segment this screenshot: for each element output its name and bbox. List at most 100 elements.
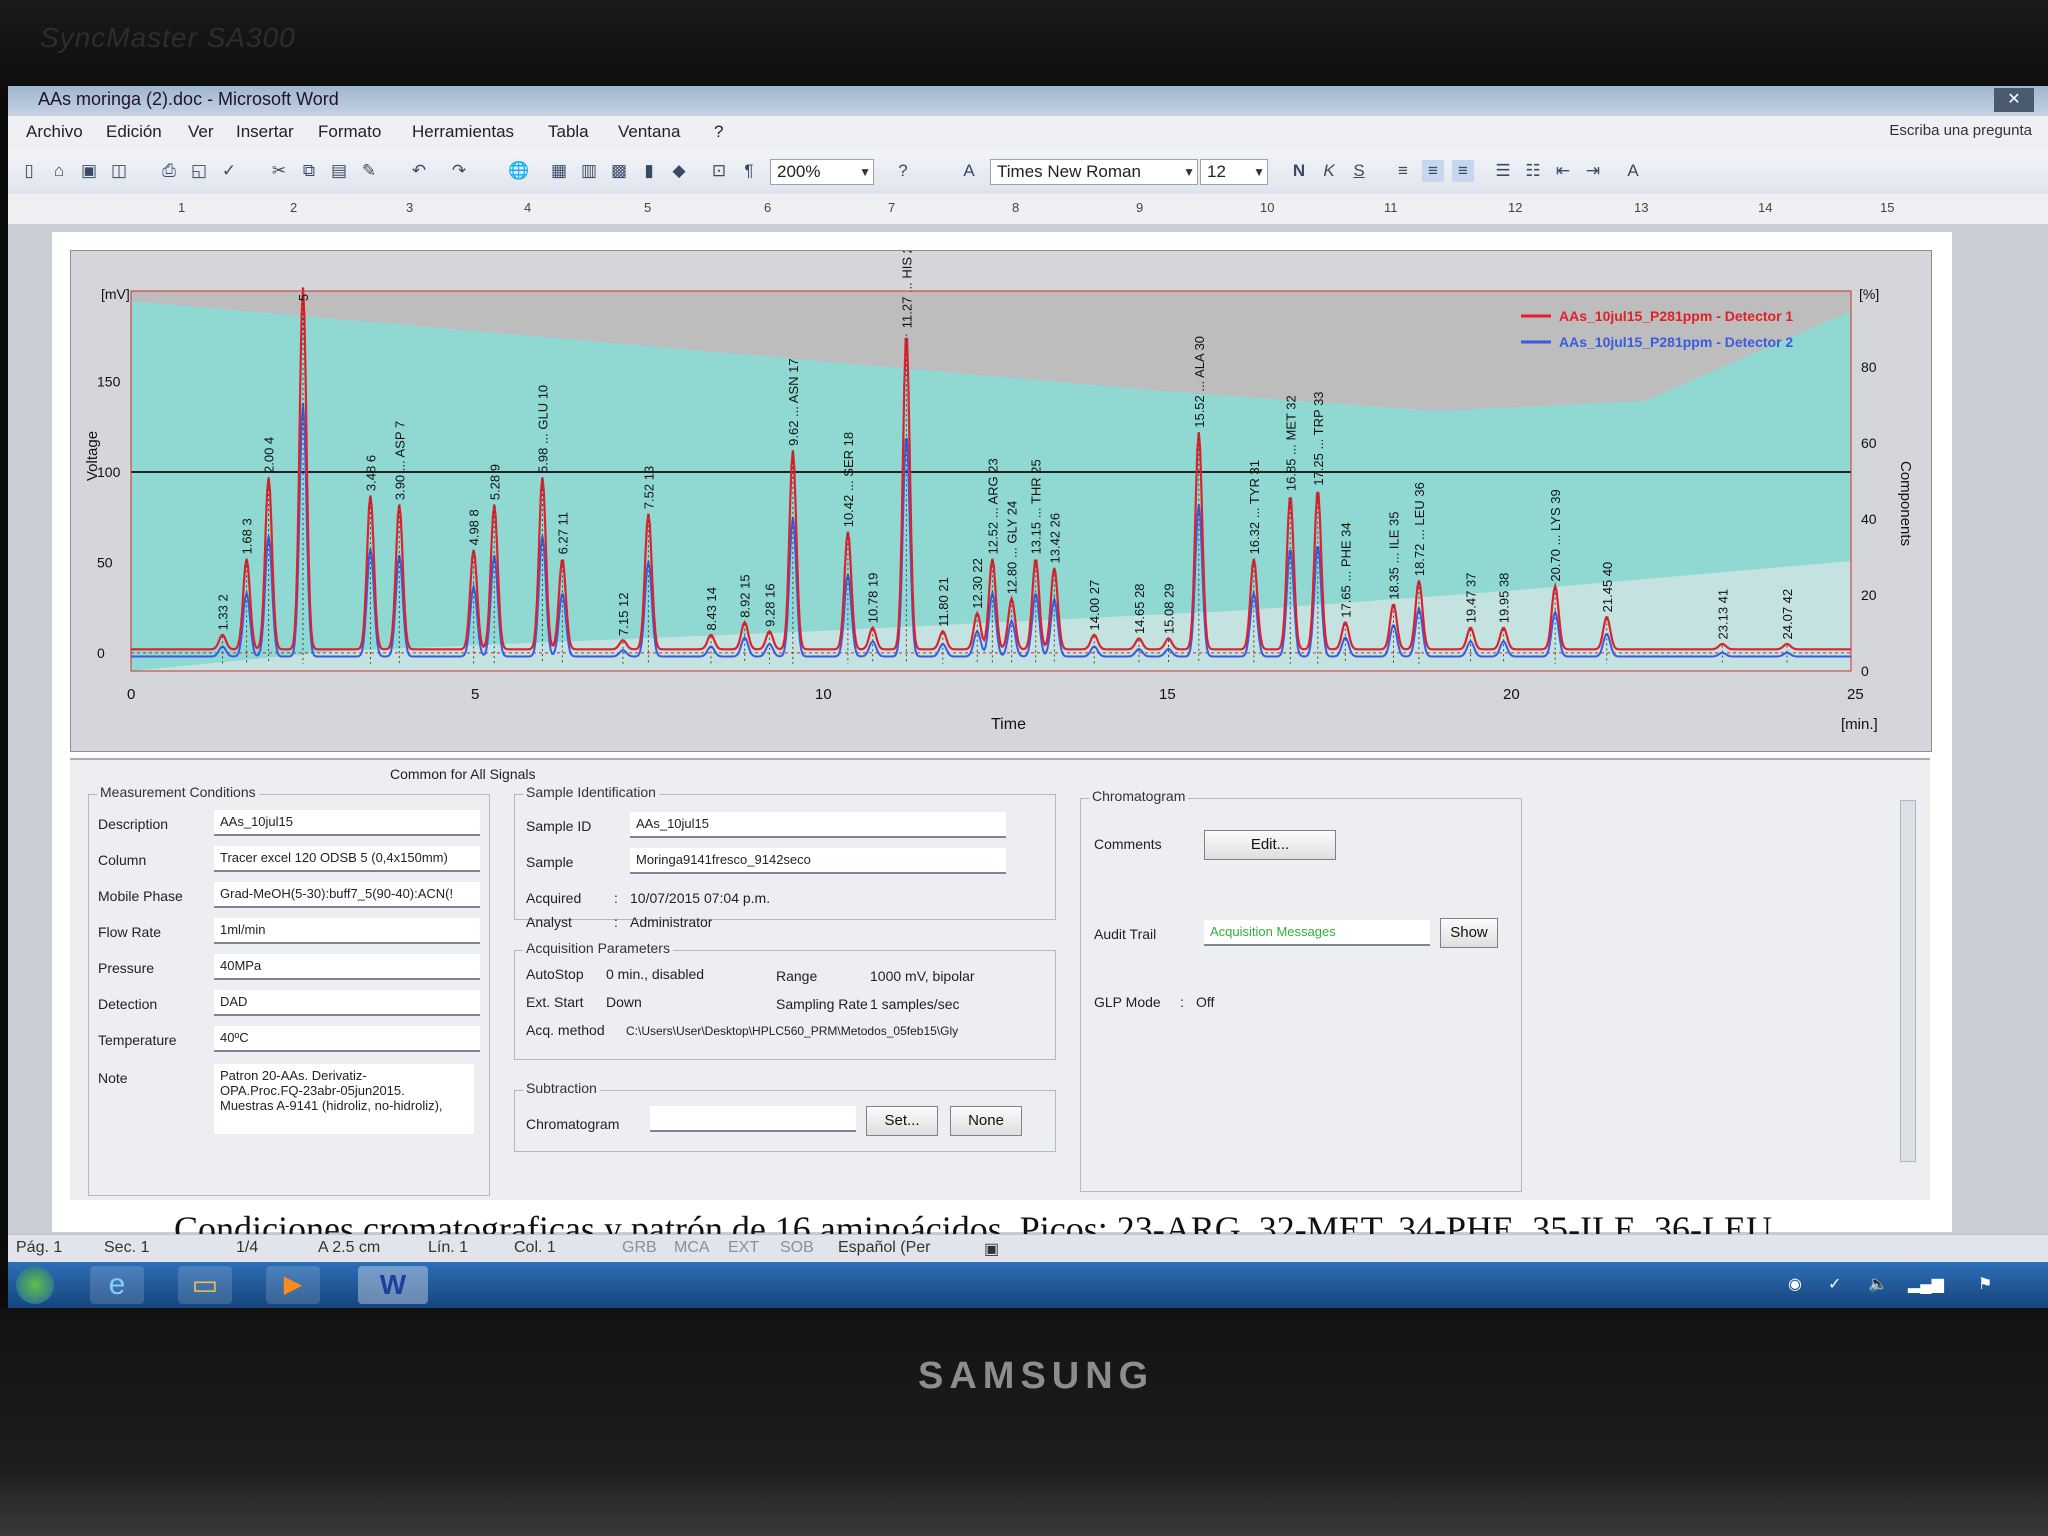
tables-icon[interactable]: ▦ bbox=[548, 160, 570, 182]
menu-edicion[interactable]: Edición bbox=[106, 122, 162, 142]
menu-herramientas[interactable]: Herramientas bbox=[412, 122, 514, 142]
status-sob[interactable]: SOB bbox=[780, 1239, 814, 1257]
acquisition-title: Acquisition Parameters bbox=[523, 940, 673, 956]
chromatogram-title: Chromatogram bbox=[1089, 788, 1189, 804]
spelling-status-icon[interactable]: ▣ bbox=[984, 1239, 999, 1259]
align-center-icon[interactable]: ≡ bbox=[1422, 160, 1444, 182]
internet-explorer-icon[interactable]: e bbox=[90, 1266, 144, 1304]
tray-security-icon[interactable]: ✓ bbox=[1828, 1274, 1841, 1294]
tray-signal-icon[interactable]: ▂▄▆ bbox=[1908, 1274, 1944, 1294]
word-icon[interactable]: W bbox=[358, 1266, 428, 1304]
column-field[interactable]: Tracer excel 120 ODSB 5 (0,4x150mm) bbox=[214, 846, 480, 872]
status-ext[interactable]: EXT bbox=[728, 1239, 759, 1257]
folder-icon[interactable]: ▭ bbox=[178, 1266, 232, 1304]
menu-formato[interactable]: Formato bbox=[318, 122, 381, 142]
drawing-icon[interactable]: ◆ bbox=[668, 160, 690, 182]
menu-tabla[interactable]: Tabla bbox=[548, 122, 589, 142]
excel-icon[interactable]: ▩ bbox=[608, 160, 630, 182]
help-icon[interactable]: ? bbox=[892, 160, 914, 182]
spelling-icon[interactable]: ✓ bbox=[218, 160, 240, 182]
redo-icon[interactable]: ↷ bbox=[448, 160, 470, 182]
media-player-icon[interactable]: ▶ bbox=[266, 1266, 320, 1304]
extstart-value: Down bbox=[606, 994, 642, 1010]
menu-help[interactable]: ? bbox=[714, 122, 723, 142]
show-button[interactable]: Show bbox=[1440, 918, 1498, 948]
panel-scrollbar[interactable] bbox=[1900, 800, 1916, 1162]
numbering-icon[interactable]: ☰ bbox=[1492, 160, 1514, 182]
menu-ventana[interactable]: Ventana bbox=[618, 122, 680, 142]
undo-icon[interactable]: ↶ bbox=[408, 160, 430, 182]
cut-icon[interactable]: ✂ bbox=[268, 160, 290, 182]
peak-label: 11.80 21 bbox=[936, 577, 951, 627]
sample-id-field[interactable]: AAs_10jul15 bbox=[630, 812, 1006, 838]
rate-value: 1 samples/sec bbox=[870, 996, 960, 1012]
align-right-icon[interactable]: ≡ bbox=[1452, 160, 1474, 182]
temperature-field[interactable]: 40ºC bbox=[214, 1026, 480, 1052]
status-mca[interactable]: MCA bbox=[674, 1239, 710, 1257]
size-select[interactable]: 12 ▼ bbox=[1200, 159, 1268, 185]
show-hide-icon[interactable]: ¶ bbox=[738, 160, 760, 182]
chromatogram-svg: 1.33 2 1.68 3 2.00 4 5 3.48 6 3.90 ... ASP 7 4… bbox=[84, 251, 1914, 733]
save-icon[interactable]: ▣ bbox=[78, 160, 100, 182]
none-button[interactable]: None bbox=[950, 1106, 1022, 1136]
y-axis-label: Voltage bbox=[84, 431, 101, 481]
align-left-icon[interactable]: ≡ bbox=[1392, 160, 1414, 182]
audit-field[interactable]: Acquisition Messages bbox=[1204, 920, 1430, 946]
y-unit-label: [mV] bbox=[101, 286, 130, 302]
start-icon[interactable] bbox=[16, 1266, 54, 1304]
doc-map-icon[interactable]: ⊡ bbox=[708, 160, 730, 182]
monitor-bezel-bottom bbox=[0, 1308, 2048, 1536]
status-language[interactable]: Español (Per bbox=[838, 1239, 931, 1257]
permission-icon[interactable]: ◫ bbox=[108, 160, 130, 182]
sample-id-label: Sample ID bbox=[526, 818, 592, 834]
status-grb[interactable]: GRB bbox=[622, 1239, 657, 1257]
note-field[interactable]: Patron 20-AAs. Derivatiz- OPA.Proc.FQ-23… bbox=[214, 1064, 474, 1134]
tray-network-icon[interactable]: ◉ bbox=[1788, 1274, 1802, 1294]
screen: AAs moringa (2).doc - Microsoft Word ✕ A… bbox=[8, 86, 2048, 1308]
peak-label: 17.25 ... TRP 33 bbox=[1311, 391, 1326, 485]
autostop-label: AutoStop bbox=[526, 966, 584, 982]
detection-field[interactable]: DAD bbox=[214, 990, 480, 1016]
insert-table-icon[interactable]: ▥ bbox=[578, 160, 600, 182]
close-icon[interactable]: ✕ bbox=[1994, 88, 2034, 112]
pressure-field[interactable]: 40MPa bbox=[214, 954, 480, 980]
font-color-icon[interactable]: A bbox=[1622, 160, 1644, 182]
preview-icon[interactable]: ◱ bbox=[188, 160, 210, 182]
sample-field[interactable]: Moringa9141fresco_9142seco bbox=[630, 848, 1006, 874]
edit-comments-button[interactable]: Edit... bbox=[1204, 830, 1336, 860]
set-button[interactable]: Set... bbox=[866, 1106, 938, 1136]
hyperlink-icon[interactable]: 🌐 bbox=[508, 160, 530, 182]
italic-icon[interactable]: K bbox=[1318, 160, 1340, 182]
peak-label: 18.35 ... ILE 35 bbox=[1386, 511, 1401, 599]
ruler-tick: 12 bbox=[1508, 200, 1523, 215]
indent-icon[interactable]: ⇥ bbox=[1582, 160, 1604, 182]
copy-icon[interactable]: ⧉ bbox=[298, 160, 320, 182]
columns-icon[interactable]: ▮ bbox=[638, 160, 660, 182]
bullets-icon[interactable]: ☷ bbox=[1522, 160, 1544, 182]
description-field[interactable]: AAs_10jul15 bbox=[214, 810, 480, 836]
font-select[interactable]: Times New Roman ▼ bbox=[990, 159, 1198, 185]
menu-insertar[interactable]: Insertar bbox=[236, 122, 294, 142]
menu-ver[interactable]: Ver bbox=[188, 122, 214, 142]
styles-icon[interactable]: A bbox=[958, 160, 980, 182]
ask-question-box[interactable]: Escriba una pregunta bbox=[1889, 122, 2032, 139]
x-axis-label: Time bbox=[991, 716, 1026, 733]
menu-archivo[interactable]: Archivo bbox=[26, 122, 83, 142]
paste-icon[interactable]: ▤ bbox=[328, 160, 350, 182]
underline-icon[interactable]: S bbox=[1348, 160, 1370, 182]
format-painter-icon[interactable]: ✎ bbox=[358, 160, 380, 182]
ruler-tick: 2 bbox=[290, 200, 298, 215]
open-icon[interactable]: ⌂ bbox=[48, 160, 70, 182]
tray-flag-icon[interactable]: ⚑ bbox=[1978, 1274, 1992, 1294]
flow-rate-field[interactable]: 1ml/min bbox=[214, 918, 480, 944]
zoom-select[interactable]: 200% ▼ bbox=[770, 159, 874, 185]
new-icon[interactable]: ▯ bbox=[18, 160, 40, 182]
print-icon[interactable]: ⎙ bbox=[158, 160, 180, 182]
row-label: Temperature bbox=[98, 1032, 177, 1048]
mobile-phase-field[interactable]: Grad-MeOH(5-30):buff7_5(90-40):ACN(! bbox=[214, 882, 480, 908]
bold-icon[interactable]: N bbox=[1288, 160, 1310, 182]
outdent-icon[interactable]: ⇤ bbox=[1552, 160, 1574, 182]
subtraction-field[interactable] bbox=[650, 1106, 856, 1132]
tray-volume-icon[interactable]: 🔈 bbox=[1868, 1274, 1888, 1294]
note-label: Note bbox=[98, 1070, 128, 1086]
